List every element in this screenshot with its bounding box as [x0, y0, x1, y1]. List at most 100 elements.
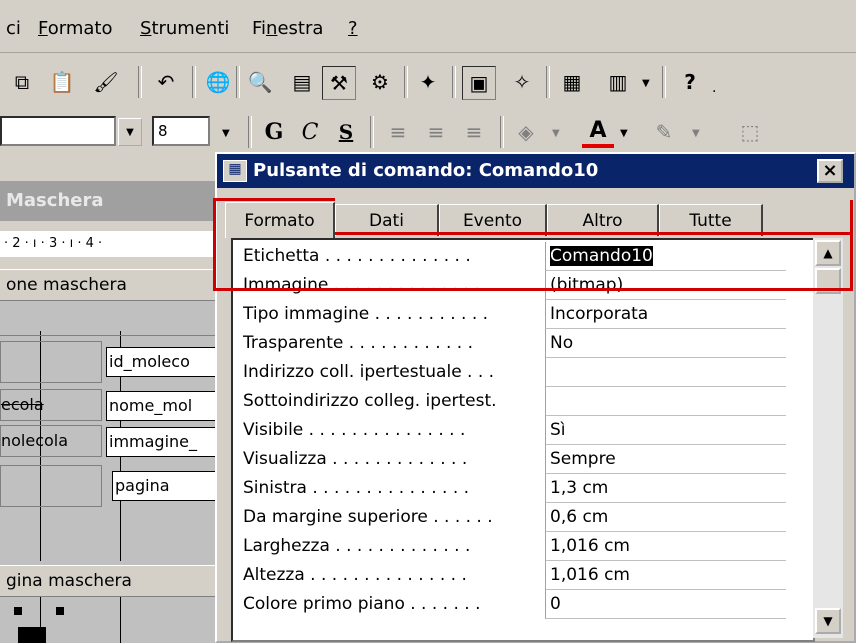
toolbar-more-icon[interactable]: .	[712, 80, 716, 96]
chevron-down-icon[interactable]: ▼	[552, 128, 560, 139]
grid-line	[0, 335, 230, 336]
property-name: Sinistra . . . . . . . . . . . . . . .	[243, 478, 470, 498]
properties-icon[interactable]: ▣	[462, 66, 496, 100]
code-icon[interactable]: ⚙	[364, 66, 396, 98]
help-icon[interactable]: ?	[674, 66, 706, 98]
property-name: Tipo immagine . . . . . . . . . . .	[243, 304, 489, 324]
align-left-icon[interactable]: ≡	[382, 116, 414, 148]
toolbox-icon[interactable]: ⚒	[322, 66, 356, 100]
property-value[interactable]: Incorporata	[545, 300, 786, 329]
paste-icon[interactable]: 📋	[46, 66, 78, 98]
toolbar-separator	[370, 116, 374, 148]
fill-color-icon[interactable]: ◈	[510, 116, 542, 148]
field-label[interactable]: nolecola	[0, 425, 102, 457]
database-window-icon[interactable]: ▦	[556, 66, 588, 98]
chevron-down-icon[interactable]: ▼	[692, 128, 700, 139]
property-name: Trasparente . . . . . . . . . . . .	[243, 333, 474, 353]
property-row[interactable]: Larghezza . . . . . . . . . . . . . 1,01…	[233, 532, 793, 561]
copy-icon[interactable]: ⧉	[6, 66, 38, 98]
field-list-icon[interactable]: 🔍	[244, 66, 276, 98]
property-row[interactable]: Tipo immagine . . . . . . . . . . . Inco…	[233, 300, 793, 329]
font-color-button[interactable]: A	[582, 116, 614, 148]
field-nome-molecola[interactable]: nome_mol	[106, 391, 230, 421]
property-name: Da margine superiore . . . . . .	[243, 507, 493, 527]
property-value[interactable]: 0,6 cm	[545, 503, 786, 532]
web-globe-icon[interactable]: 🌐	[202, 66, 234, 98]
menu-item-partial[interactable]: ci	[6, 18, 21, 39]
bold-button[interactable]: G	[258, 116, 290, 148]
format-painter-icon[interactable]: 🖌	[90, 66, 122, 98]
field-label[interactable]	[0, 465, 102, 507]
italic-button[interactable]: C	[294, 116, 326, 148]
property-row[interactable]: Colore primo piano . . . . . . . 0	[233, 590, 793, 619]
property-value[interactable]: Sì	[545, 416, 786, 445]
command-button-control[interactable]	[18, 627, 46, 643]
field-label[interactable]	[0, 341, 102, 383]
close-button[interactable]: ×	[817, 159, 843, 183]
chevron-down-icon[interactable]: ▼	[222, 128, 230, 139]
toolbar-separator	[500, 116, 504, 148]
form-header-section[interactable]: one maschera	[0, 269, 236, 301]
property-name: Sottoindirizzo colleg. ipertest.	[243, 391, 497, 411]
dialog-titlebar[interactable]: ▦ Pulsante di comando: Comando10 ×	[217, 154, 854, 188]
property-row[interactable]: Visibile . . . . . . . . . . . . . . . S…	[233, 416, 793, 445]
wizard-icon[interactable]: ✧	[506, 66, 538, 98]
property-value[interactable]: 1,3 cm	[545, 474, 786, 503]
menu-item-help[interactable]: ?	[348, 18, 358, 39]
properties-icon: ▦	[223, 160, 247, 182]
property-value[interactable]: 1,016 cm	[545, 561, 786, 590]
field-pagina[interactable]: pagina	[112, 471, 230, 501]
toolbar-separator	[248, 116, 252, 148]
property-name: Larghezza . . . . . . . . . . . . .	[243, 536, 471, 556]
property-value[interactable]	[545, 358, 786, 387]
build-icon[interactable]: ✦	[412, 66, 444, 98]
property-grid: Etichetta . . . . . . . . . . . . . . Co…	[231, 238, 815, 642]
menu-item-strumenti[interactable]: Strumenti	[140, 18, 229, 39]
new-object-icon[interactable]: ▥	[602, 66, 634, 98]
property-row[interactable]: Da margine superiore . . . . . . 0,6 cm	[233, 503, 793, 532]
toolbar-separator	[192, 66, 196, 98]
dialog-title: Pulsante di comando: Comando10	[253, 160, 599, 181]
property-scrollbar[interactable]: ▲ ▼	[813, 238, 843, 638]
field-id-molecola[interactable]: id_moleco	[106, 347, 230, 377]
property-name: Altezza . . . . . . . . . . . . . . .	[243, 565, 467, 585]
form-footer-section[interactable]: gina maschera	[0, 565, 236, 597]
toolbar-separator	[138, 66, 142, 98]
property-row[interactable]: Indirizzo coll. ipertestuale . . .	[233, 358, 793, 387]
property-value[interactable]: 0	[545, 590, 786, 619]
formatting-toolbar: ▼ 8 ▼ G C S ≡ ≡ ≡ ◈ ▼ A ▼ ✎ ▼ ⬚	[0, 108, 856, 156]
font-name-dropdown[interactable]	[0, 116, 116, 146]
property-row[interactable]: Altezza . . . . . . . . . . . . . . . 1,…	[233, 561, 793, 590]
property-value[interactable]: 1,016 cm	[545, 532, 786, 561]
property-value[interactable]: Sempre	[545, 445, 786, 474]
property-row[interactable]: Trasparente . . . . . . . . . . . . No	[233, 329, 793, 358]
menu-item-formato[interactable]: Formato	[38, 18, 112, 39]
scroll-down-icon[interactable]: ▼	[815, 608, 841, 634]
selection-handle[interactable]	[14, 607, 22, 615]
underline-button[interactable]: S	[330, 116, 362, 148]
line-color-icon[interactable]: ✎	[648, 116, 680, 148]
font-size-dropdown[interactable]: 8	[152, 116, 210, 146]
property-name: Visualizza . . . . . . . . . . . . .	[243, 449, 468, 469]
toolbar-separator	[404, 66, 408, 98]
property-row[interactable]: Sinistra . . . . . . . . . . . . . . . 1…	[233, 474, 793, 503]
align-right-icon[interactable]: ≡	[458, 116, 490, 148]
border-style-icon[interactable]: ⬚	[734, 116, 766, 148]
property-row[interactable]: Visualizza . . . . . . . . . . . . . Sem…	[233, 445, 793, 474]
toolbar-separator	[452, 66, 456, 98]
field-immagine[interactable]: immagine_	[106, 427, 230, 457]
selection-handle[interactable]	[56, 607, 64, 615]
toolbar-separator	[546, 66, 550, 98]
align-center-icon[interactable]: ≡	[420, 116, 452, 148]
grid-line	[120, 597, 121, 643]
property-value[interactable]	[545, 387, 786, 416]
list-icon[interactable]: ▤	[286, 66, 318, 98]
field-label[interactable]: ecola	[0, 389, 102, 421]
chevron-down-icon[interactable]: ▼	[642, 78, 650, 89]
property-row[interactable]: Sottoindirizzo colleg. ipertest.	[233, 387, 793, 416]
chevron-down-icon[interactable]: ▼	[620, 128, 628, 139]
property-value[interactable]: No	[545, 329, 786, 358]
chevron-down-icon[interactable]: ▼	[118, 118, 142, 146]
menu-item-finestra[interactable]: Finestra	[252, 18, 323, 39]
undo-icon[interactable]: ↶	[150, 66, 182, 98]
